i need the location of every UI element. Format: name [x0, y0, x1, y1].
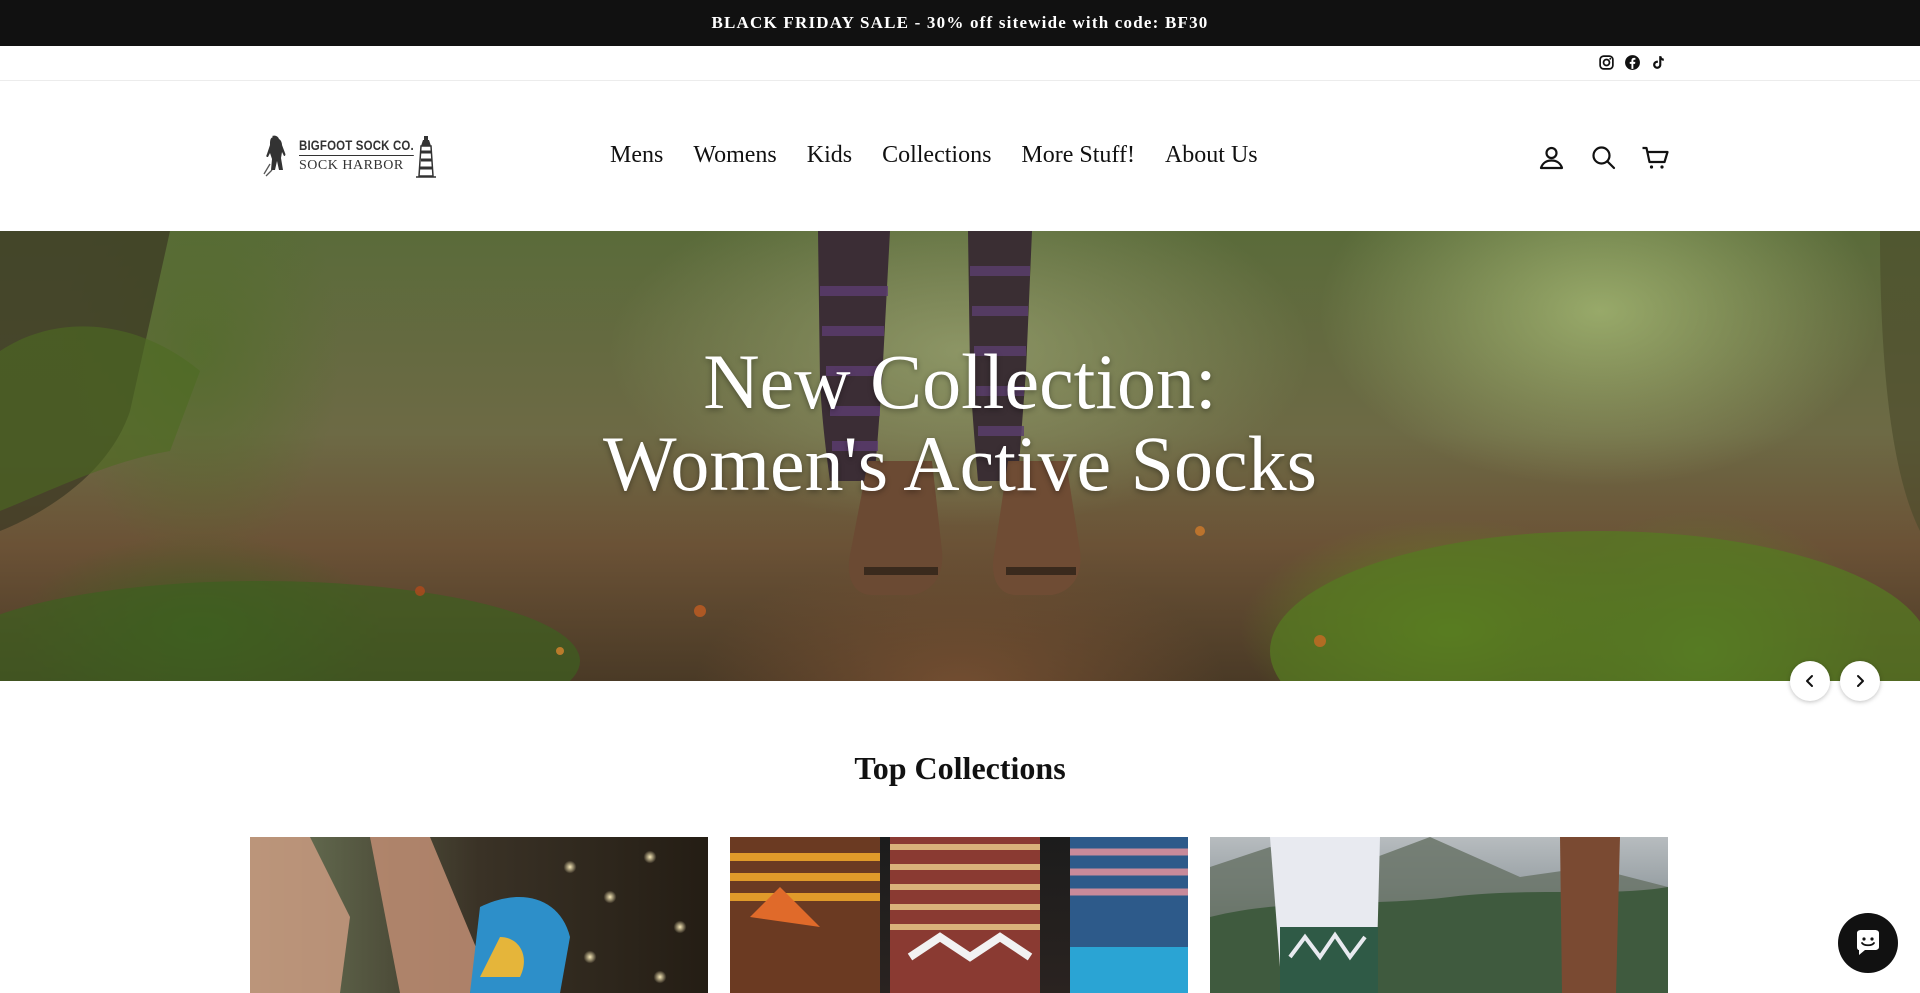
- slider-prev-button[interactable]: [1790, 661, 1830, 701]
- tiktok-icon[interactable]: [1650, 54, 1667, 71]
- social-links: [1598, 54, 1667, 71]
- cart-icon[interactable]: [1641, 143, 1670, 172]
- nav-item-mens[interactable]: Mens: [610, 142, 663, 169]
- logo-line2: SOCK HARBOR: [299, 158, 404, 173]
- chevron-right-icon: [1857, 675, 1864, 687]
- social-bar: [0, 46, 1920, 81]
- facebook-icon[interactable]: [1624, 54, 1641, 71]
- chevron-left-icon: [1806, 675, 1813, 687]
- collection-image: [250, 837, 570, 993]
- main-nav: Mens Womens Kids Collections More Stuff!…: [610, 142, 1258, 169]
- account-icon[interactable]: [1537, 143, 1566, 172]
- logo-line1: BIGFOOT SOCK CO.: [299, 138, 414, 156]
- slider-next-button[interactable]: [1840, 661, 1880, 701]
- announcement-text: BLACK FRIDAY SALE - 30% off sitewide wit…: [711, 13, 1209, 32]
- collection-card[interactable]: [730, 837, 1188, 993]
- collection-image: [1210, 837, 1668, 993]
- collection-card[interactable]: [250, 837, 708, 993]
- nav-item-womens[interactable]: Womens: [693, 142, 776, 169]
- nav-item-collections[interactable]: Collections: [882, 142, 991, 169]
- chat-button[interactable]: [1838, 913, 1898, 973]
- instagram-icon[interactable]: [1598, 54, 1615, 71]
- hero-banner[interactable]: New Collection: Women's Active Socks: [0, 231, 1920, 681]
- nav-item-more-stuff[interactable]: More Stuff!: [1021, 142, 1135, 169]
- announcement-bar: BLACK FRIDAY SALE - 30% off sitewide wit…: [0, 0, 1920, 46]
- site-header: BIGFOOT SOCK CO. SOCK HARBOR Mens Womens…: [0, 81, 1920, 231]
- site-logo[interactable]: BIGFOOT SOCK CO. SOCK HARBOR: [258, 130, 440, 182]
- top-collections-title: Top Collections: [854, 750, 1066, 786]
- chat-icon: [1857, 930, 1879, 955]
- nav-item-about-us[interactable]: About Us: [1165, 142, 1258, 169]
- collection-grid: [250, 837, 1668, 993]
- hero-title-line1: New Collection:: [703, 338, 1217, 425]
- hero-title: New Collection: Women's Active Socks: [0, 341, 1920, 505]
- collection-image: [730, 837, 1188, 993]
- hero-title-line2: Women's Active Socks: [602, 420, 1318, 507]
- search-icon[interactable]: [1589, 143, 1618, 172]
- nav-item-kids[interactable]: Kids: [807, 142, 852, 169]
- collection-card[interactable]: [1210, 837, 1668, 993]
- header-actions: [1537, 143, 1670, 172]
- logo-text: BIGFOOT SOCK CO. SOCK HARBOR: [299, 138, 439, 173]
